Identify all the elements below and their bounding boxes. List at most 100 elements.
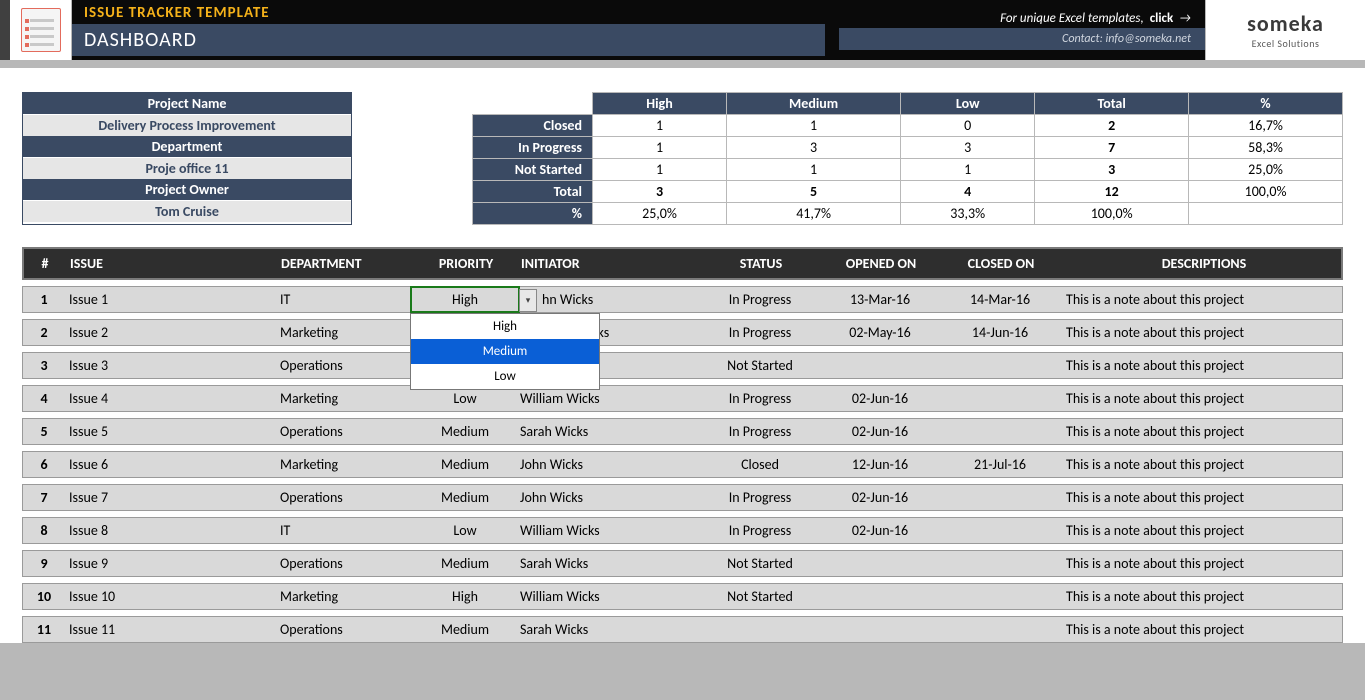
cell-dept[interactable]: IT	[280, 522, 410, 539]
cell-status[interactable]: In Progress	[700, 522, 820, 539]
cell-issue[interactable]: Issue 11	[65, 621, 280, 638]
table-row[interactable]: 10Issue 10MarketingHighWilliam WicksNot …	[22, 583, 1343, 610]
cell-initiator[interactable]: Sarah Wicks	[520, 423, 700, 440]
table-row[interactable]: 1 Issue 1 IT High ▾ High Medium Low hn W…	[22, 286, 1343, 313]
cell-closed[interactable]: 14-Mar-16	[940, 291, 1060, 308]
table-row[interactable]: 11Issue 11OperationsMediumSarah Wicks Thi…	[22, 616, 1343, 643]
cell-status[interactable]: In Progress	[700, 324, 820, 341]
table-row[interactable]: 7Issue 7OperationsMediumJohn WicksIn Pro…	[22, 484, 1343, 511]
cell-num[interactable]: 8	[23, 522, 65, 539]
cell-dept[interactable]: Marketing	[280, 390, 410, 407]
cell-opened[interactable]: 02-Jun-16	[820, 522, 940, 539]
cell-pri[interactable]: High	[410, 588, 520, 605]
cell-initiator[interactable]: William Wicks	[520, 588, 700, 605]
brand-logo[interactable]: someka Excel Solutions	[1205, 0, 1365, 60]
project-owner-value[interactable]: Tom Cruise	[23, 200, 351, 222]
cell-issue[interactable]: Issue 7	[65, 489, 280, 506]
cell-desc[interactable]: This is a note about this project	[1060, 390, 1342, 407]
cell-initiator[interactable]: John Wicks	[520, 489, 700, 506]
cell-desc[interactable]: This is a note about this project	[1060, 522, 1342, 539]
cell-status[interactable]: Not Started	[700, 588, 820, 605]
promo-link[interactable]: For unique Excel templates, click →	[1000, 11, 1191, 26]
dropdown-toggle-button[interactable]: ▾	[519, 289, 537, 312]
cell-issue[interactable]: Issue 6	[65, 456, 280, 473]
cell-pri[interactable]: Medium	[410, 621, 520, 638]
cell-issue[interactable]: Issue 3	[65, 357, 280, 374]
cell-status[interactable]: In Progress	[700, 291, 820, 308]
dropdown-option-low[interactable]: Low	[411, 364, 599, 389]
cell-dept[interactable]: Marketing	[280, 324, 410, 341]
cell-num[interactable]: 4	[23, 390, 65, 407]
cell-num[interactable]: 5	[23, 423, 65, 440]
cell-num[interactable]: 7	[23, 489, 65, 506]
cell-initiator[interactable]: Sarah Wicks	[520, 621, 700, 638]
cell-desc[interactable]: This is a note about this project	[1060, 324, 1342, 341]
cell-pri[interactable]: Low	[410, 522, 520, 539]
cell-pri[interactable]: Medium	[410, 489, 520, 506]
cell-issue[interactable]: Issue 2	[65, 324, 280, 341]
cell-desc[interactable]: This is a note about this project	[1060, 621, 1342, 638]
cell-status[interactable]: In Progress	[700, 390, 820, 407]
project-name-value[interactable]: Delivery Process Improvement	[23, 114, 351, 136]
priority-dropdown-cell[interactable]: High ▾ High Medium Low	[410, 286, 520, 313]
cell-status[interactable]: In Progress	[700, 489, 820, 506]
cell-num[interactable]: 2	[23, 324, 65, 341]
table-row[interactable]: 9Issue 9OperationsMediumSarah WicksNot S…	[22, 550, 1343, 577]
cell-initiator[interactable]: John Wicks	[520, 456, 700, 473]
cell-dept[interactable]: Operations	[280, 489, 410, 506]
dropdown-option-high[interactable]: High	[411, 314, 599, 339]
cell-initiator[interactable]: William Wicks	[520, 390, 700, 407]
cell-status[interactable]: Not Started	[700, 555, 820, 572]
cell-initiator[interactable]: Sarah Wicks	[520, 555, 700, 572]
cell-num[interactable]: 3	[23, 357, 65, 374]
priority-dropdown-list[interactable]: High Medium Low	[410, 313, 600, 390]
cell-num[interactable]: 1	[23, 291, 65, 308]
cell-initiator[interactable]: hn Wicks	[520, 291, 700, 308]
cell-pri[interactable]: Medium	[410, 555, 520, 572]
cell-desc[interactable]: This is a note about this project	[1060, 456, 1342, 473]
cell-initiator[interactable]: William Wicks	[520, 522, 700, 539]
cell-dept[interactable]: Marketing	[280, 456, 410, 473]
cell-dept[interactable]: IT	[280, 291, 410, 308]
cell-num[interactable]: 9	[23, 555, 65, 572]
cell-closed[interactable]: 14-Jun-16	[940, 324, 1060, 341]
cell-num[interactable]: 10	[23, 588, 65, 605]
cell-desc[interactable]: This is a note about this project	[1060, 489, 1342, 506]
cell-pri[interactable]: Medium	[410, 423, 520, 440]
department-value[interactable]: Proje office 11	[23, 157, 351, 179]
table-row[interactable]: 2 Issue 2 Marketing illiam Wicks In Prog…	[22, 319, 1343, 346]
cell-issue[interactable]: Issue 8	[65, 522, 280, 539]
cell-num[interactable]: 11	[23, 621, 65, 638]
cell-desc[interactable]: This is a note about this project	[1060, 555, 1342, 572]
cell-opened[interactable]: 02-Jun-16	[820, 489, 940, 506]
table-row[interactable]: 8Issue 8ITLowWilliam WicksIn Progress02-…	[22, 517, 1343, 544]
cell-dept[interactable]: Operations	[280, 555, 410, 572]
cell-pri[interactable]: Low	[410, 390, 520, 407]
cell-pri[interactable]: Medium	[410, 456, 520, 473]
cell-opened[interactable]: 02-Jun-16	[820, 423, 940, 440]
cell-opened[interactable]: 13-Mar-16	[820, 291, 940, 308]
cell-opened[interactable]: 12-Jun-16	[820, 456, 940, 473]
table-row[interactable]: 6Issue 6MarketingMediumJohn WicksClosed1…	[22, 451, 1343, 478]
cell-issue[interactable]: Issue 1	[65, 291, 280, 308]
dropdown-option-medium[interactable]: Medium	[411, 339, 599, 364]
cell-dept[interactable]: Operations	[280, 357, 410, 374]
cell-closed[interactable]: 21-Jul-16	[940, 456, 1060, 473]
cell-desc[interactable]: This is a note about this project	[1060, 291, 1342, 308]
cell-dept[interactable]: Operations	[280, 423, 410, 440]
cell-dept[interactable]: Operations	[280, 621, 410, 638]
cell-opened[interactable]: 02-May-16	[820, 324, 940, 341]
cell-status[interactable]: Not Started	[700, 357, 820, 374]
cell-dept[interactable]: Marketing	[280, 588, 410, 605]
table-row[interactable]: 4Issue 4MarketingLowWilliam WicksIn Prog…	[22, 385, 1343, 412]
cell-opened[interactable]: 02-Jun-16	[820, 390, 940, 407]
cell-desc[interactable]: This is a note about this project	[1060, 423, 1342, 440]
cell-status[interactable]: In Progress	[700, 423, 820, 440]
cell-issue[interactable]: Issue 9	[65, 555, 280, 572]
table-row[interactable]: 5Issue 5OperationsMediumSarah WicksIn Pr…	[22, 418, 1343, 445]
table-row[interactable]: 3Issue 3OperationsLowSarah WicksNot Star…	[22, 352, 1343, 379]
cell-issue[interactable]: Issue 4	[65, 390, 280, 407]
cell-desc[interactable]: This is a note about this project	[1060, 357, 1342, 374]
cell-num[interactable]: 6	[23, 456, 65, 473]
cell-issue[interactable]: Issue 5	[65, 423, 280, 440]
